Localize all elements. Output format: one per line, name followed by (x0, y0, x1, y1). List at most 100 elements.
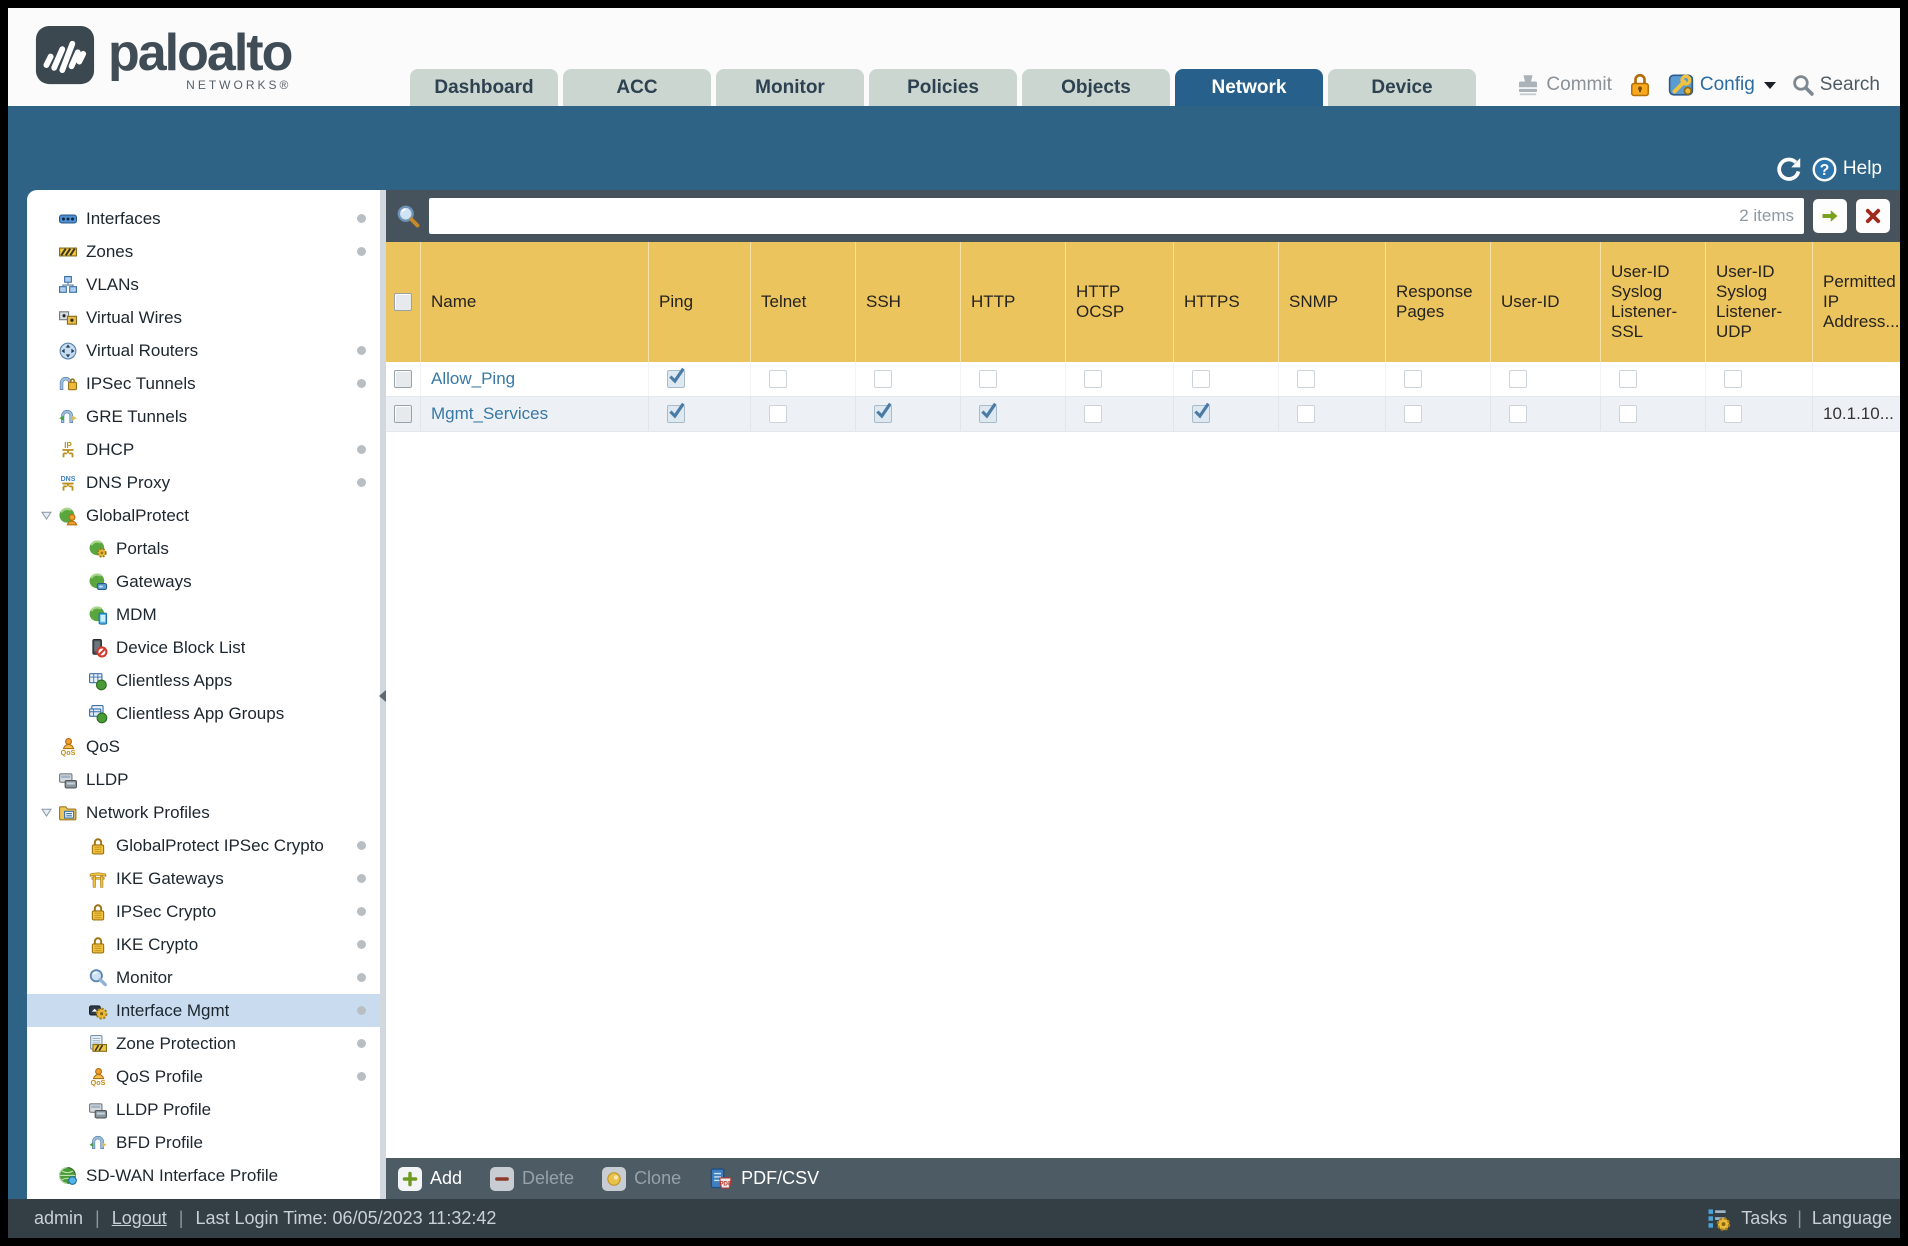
snmp-checkbox[interactable] (1297, 370, 1315, 388)
commit-button[interactable]: Commit (1516, 73, 1612, 97)
http-checkbox[interactable] (979, 370, 997, 388)
tab-monitor[interactable]: Monitor (716, 69, 864, 106)
collapse-sidebar-icon[interactable] (379, 690, 386, 702)
pdf-csv-button[interactable]: PDF PDF/CSV (709, 1167, 819, 1191)
clear-filter-button[interactable] (1856, 199, 1890, 233)
column-header-user-id[interactable]: User-ID (1490, 242, 1600, 362)
ssh-checkbox[interactable] (874, 402, 892, 423)
uid-syslog-udp-checkbox[interactable] (1724, 405, 1742, 423)
sidebar-item-zone-protection[interactable]: Zone Protection (27, 1027, 380, 1060)
http-ocsp-checkbox[interactable] (1084, 370, 1102, 388)
search-input[interactable] (429, 198, 1804, 234)
uid-syslog-udp-checkbox[interactable] (1724, 370, 1742, 388)
sidebar-item-portals[interactable]: Portals (27, 532, 380, 565)
sidebar-item-ipsec-tunnels[interactable]: IPSec Tunnels (27, 367, 380, 400)
sidebar-splitter[interactable] (379, 190, 386, 1199)
row-select-checkbox[interactable] (394, 405, 412, 423)
ssh-checkbox[interactable] (874, 370, 892, 388)
sidebar-item-lldp-profile[interactable]: LLDP Profile (27, 1093, 380, 1126)
sidebar-item-zones[interactable]: Zones (27, 235, 380, 268)
delete-button[interactable]: Delete (490, 1166, 574, 1191)
sidebar-item-dhcp[interactable]: IP DHCP (27, 433, 380, 466)
sidebar-item-vlans[interactable]: VLANs (27, 268, 380, 301)
item-dot (357, 478, 366, 487)
select-all-checkbox[interactable] (394, 293, 412, 311)
sidebar-item-gateways[interactable]: Gateways (27, 565, 380, 598)
column-header-http[interactable]: HTTP (960, 242, 1065, 362)
response-pages-checkbox[interactable] (1404, 370, 1422, 388)
sidebar-item-qos-profile[interactable]: QoS QoS Profile (27, 1060, 380, 1093)
row-select-checkbox[interactable] (394, 370, 412, 388)
tab-network[interactable]: Network (1175, 69, 1323, 106)
response-pages-checkbox[interactable] (1404, 405, 1422, 423)
user-id-checkbox[interactable] (1509, 370, 1527, 388)
sidebar-item-virtual-routers[interactable]: Virtual Routers (27, 334, 380, 367)
language-button[interactable]: Language (1812, 1208, 1892, 1229)
help-button[interactable]: ? Help (1812, 157, 1882, 182)
clone-button[interactable]: Clone (602, 1166, 681, 1191)
sidebar-item-ipsec-crypto[interactable]: IPSec Crypto (27, 895, 380, 928)
logout-link[interactable]: Logout (112, 1208, 167, 1229)
sidebar-item-ike-crypto[interactable]: IKE Crypto (27, 928, 380, 961)
sidebar-item-ike-gateways[interactable]: IKE Gateways (27, 862, 380, 895)
sidebar-item-interface-mgmt[interactable]: Interface Mgmt (27, 994, 380, 1027)
sidebar-item-device-block-list[interactable]: Device Block List (27, 631, 380, 664)
tab-dashboard[interactable]: Dashboard (410, 69, 558, 106)
sidebar-item-dns-proxy[interactable]: DNS DNS Proxy (27, 466, 380, 499)
row-name-link[interactable]: Mgmt_Services (431, 404, 548, 424)
column-header-ping[interactable]: Ping (648, 242, 750, 362)
https-checkbox[interactable] (1192, 402, 1210, 423)
sidebar-item-mdm[interactable]: MDM (27, 598, 380, 631)
column-header-permitted-ip[interactable]: Permitted IP Address... (1812, 242, 1900, 362)
tab-device[interactable]: Device (1328, 69, 1476, 106)
column-header-ssh[interactable]: SSH (855, 242, 960, 362)
tasks-button[interactable]: Tasks (1741, 1208, 1787, 1229)
http-checkbox[interactable] (979, 402, 997, 423)
sidebar-item-sd-wan-interface-profile[interactable]: SD-WAN Interface Profile (27, 1159, 380, 1192)
column-header-uid-syslog-ssl[interactable]: User-ID Syslog Listener-SSL (1600, 242, 1705, 362)
tab-acc[interactable]: ACC (563, 69, 711, 106)
sidebar-item-gre-tunnels[interactable]: GRE Tunnels (27, 400, 380, 433)
http-ocsp-checkbox[interactable] (1084, 405, 1102, 423)
permitted-ip-cell: 10.1.10... (1812, 397, 1900, 431)
ping-checkbox[interactable] (667, 402, 685, 423)
sidebar-item-lldp[interactable]: LLDP (27, 763, 380, 796)
column-header-uid-syslog-udp[interactable]: User-ID Syslog Listener-UDP (1705, 242, 1812, 362)
sidebar-item-virtual-wires[interactable]: Virtual Wires (27, 301, 380, 334)
expander-icon[interactable] (40, 509, 53, 522)
column-header-snmp[interactable]: SNMP (1278, 242, 1385, 362)
apply-filter-button[interactable] (1813, 199, 1847, 233)
lock-button[interactable] (1628, 73, 1652, 97)
column-header-name[interactable]: Name (420, 242, 648, 362)
sidebar-item-bfd-profile[interactable]: BFD Profile (27, 1126, 380, 1159)
column-header-http-ocsp[interactable]: HTTP OCSP (1065, 242, 1173, 362)
sidebar-item-clientless-app-groups[interactable]: Clientless App Groups (27, 697, 380, 730)
sidebar-item-qos[interactable]: QoS QoS (27, 730, 380, 763)
sidebar-item-label: DHCP (86, 439, 135, 459)
telnet-checkbox[interactable] (769, 370, 787, 388)
config-button[interactable]: Config (1668, 72, 1776, 98)
add-button[interactable]: Add (398, 1166, 462, 1191)
https-checkbox[interactable] (1192, 370, 1210, 388)
sidebar-item-monitor[interactable]: Monitor (27, 961, 380, 994)
uid-syslog-ssl-checkbox[interactable] (1619, 405, 1637, 423)
tab-policies[interactable]: Policies (869, 69, 1017, 106)
sidebar-item-clientless-apps[interactable]: Clientless Apps (27, 664, 380, 697)
sidebar-item-globalprotect[interactable]: GlobalProtect (27, 499, 380, 532)
snmp-checkbox[interactable] (1297, 405, 1315, 423)
row-name-link[interactable]: Allow_Ping (431, 369, 515, 389)
column-header-telnet[interactable]: Telnet (750, 242, 855, 362)
user-id-checkbox[interactable] (1509, 405, 1527, 423)
expander-icon[interactable] (40, 806, 53, 819)
column-header-https[interactable]: HTTPS (1173, 242, 1278, 362)
telnet-checkbox[interactable] (769, 405, 787, 423)
uid-syslog-ssl-checkbox[interactable] (1619, 370, 1637, 388)
refresh-icon[interactable] (1776, 156, 1802, 182)
column-header-response-pages[interactable]: Response Pages (1385, 242, 1490, 362)
global-search-button[interactable]: Search (1792, 74, 1880, 96)
tab-objects[interactable]: Objects (1022, 69, 1170, 106)
sidebar-item-network-profiles[interactable]: Network Profiles (27, 796, 380, 829)
ping-checkbox[interactable] (667, 367, 685, 388)
sidebar-item-globalprotect-ipsec-crypto[interactable]: GlobalProtect IPSec Crypto (27, 829, 380, 862)
sidebar-item-interfaces[interactable]: Interfaces (27, 202, 380, 235)
